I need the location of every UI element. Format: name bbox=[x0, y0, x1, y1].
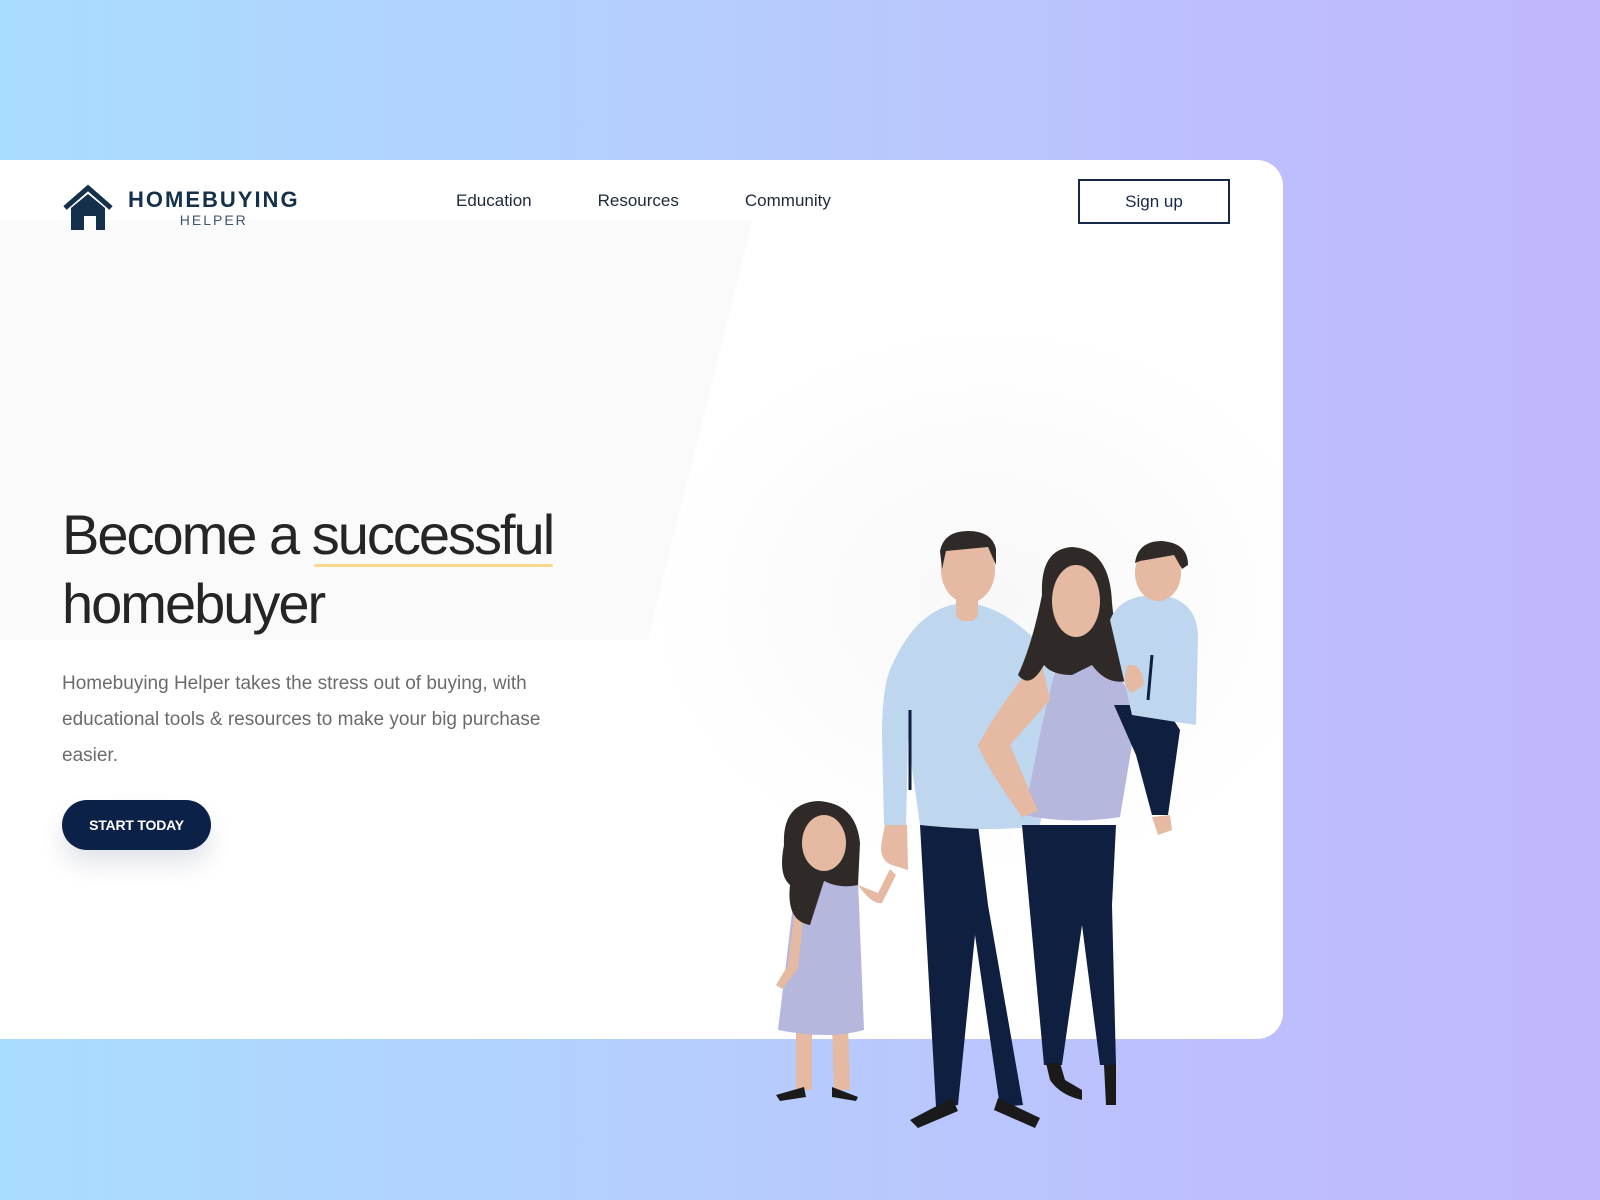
hero-description: Homebuying Helper takes the stress out o… bbox=[62, 673, 541, 766]
family-illustration bbox=[776, 531, 1198, 1128]
headline-part1: Become a bbox=[62, 503, 312, 566]
house-icon bbox=[63, 184, 113, 230]
logo-subtitle: HELPER bbox=[179, 212, 248, 228]
logo[interactable]: HOMEBUYING HELPER bbox=[62, 184, 300, 232]
start-today-button[interactable]: START TODAY bbox=[62, 800, 211, 850]
headline-part2: homebuyer bbox=[62, 572, 326, 635]
signup-button[interactable]: Sign up bbox=[1078, 179, 1230, 224]
main-nav: Education Resources Community bbox=[456, 190, 831, 212]
hero-section: Become a successful homebuyer Homebuying … bbox=[62, 500, 662, 850]
headline-highlight: successful bbox=[312, 500, 555, 569]
logo-wordmark: HOMEBUYING bbox=[128, 187, 300, 212]
hero-headline: Become a successful homebuyer bbox=[62, 500, 662, 638]
nav-community[interactable]: Community bbox=[745, 190, 831, 212]
nav-resources[interactable]: Resources bbox=[598, 190, 679, 212]
girl-figure bbox=[776, 801, 896, 1101]
nav-education[interactable]: Education bbox=[456, 190, 532, 212]
